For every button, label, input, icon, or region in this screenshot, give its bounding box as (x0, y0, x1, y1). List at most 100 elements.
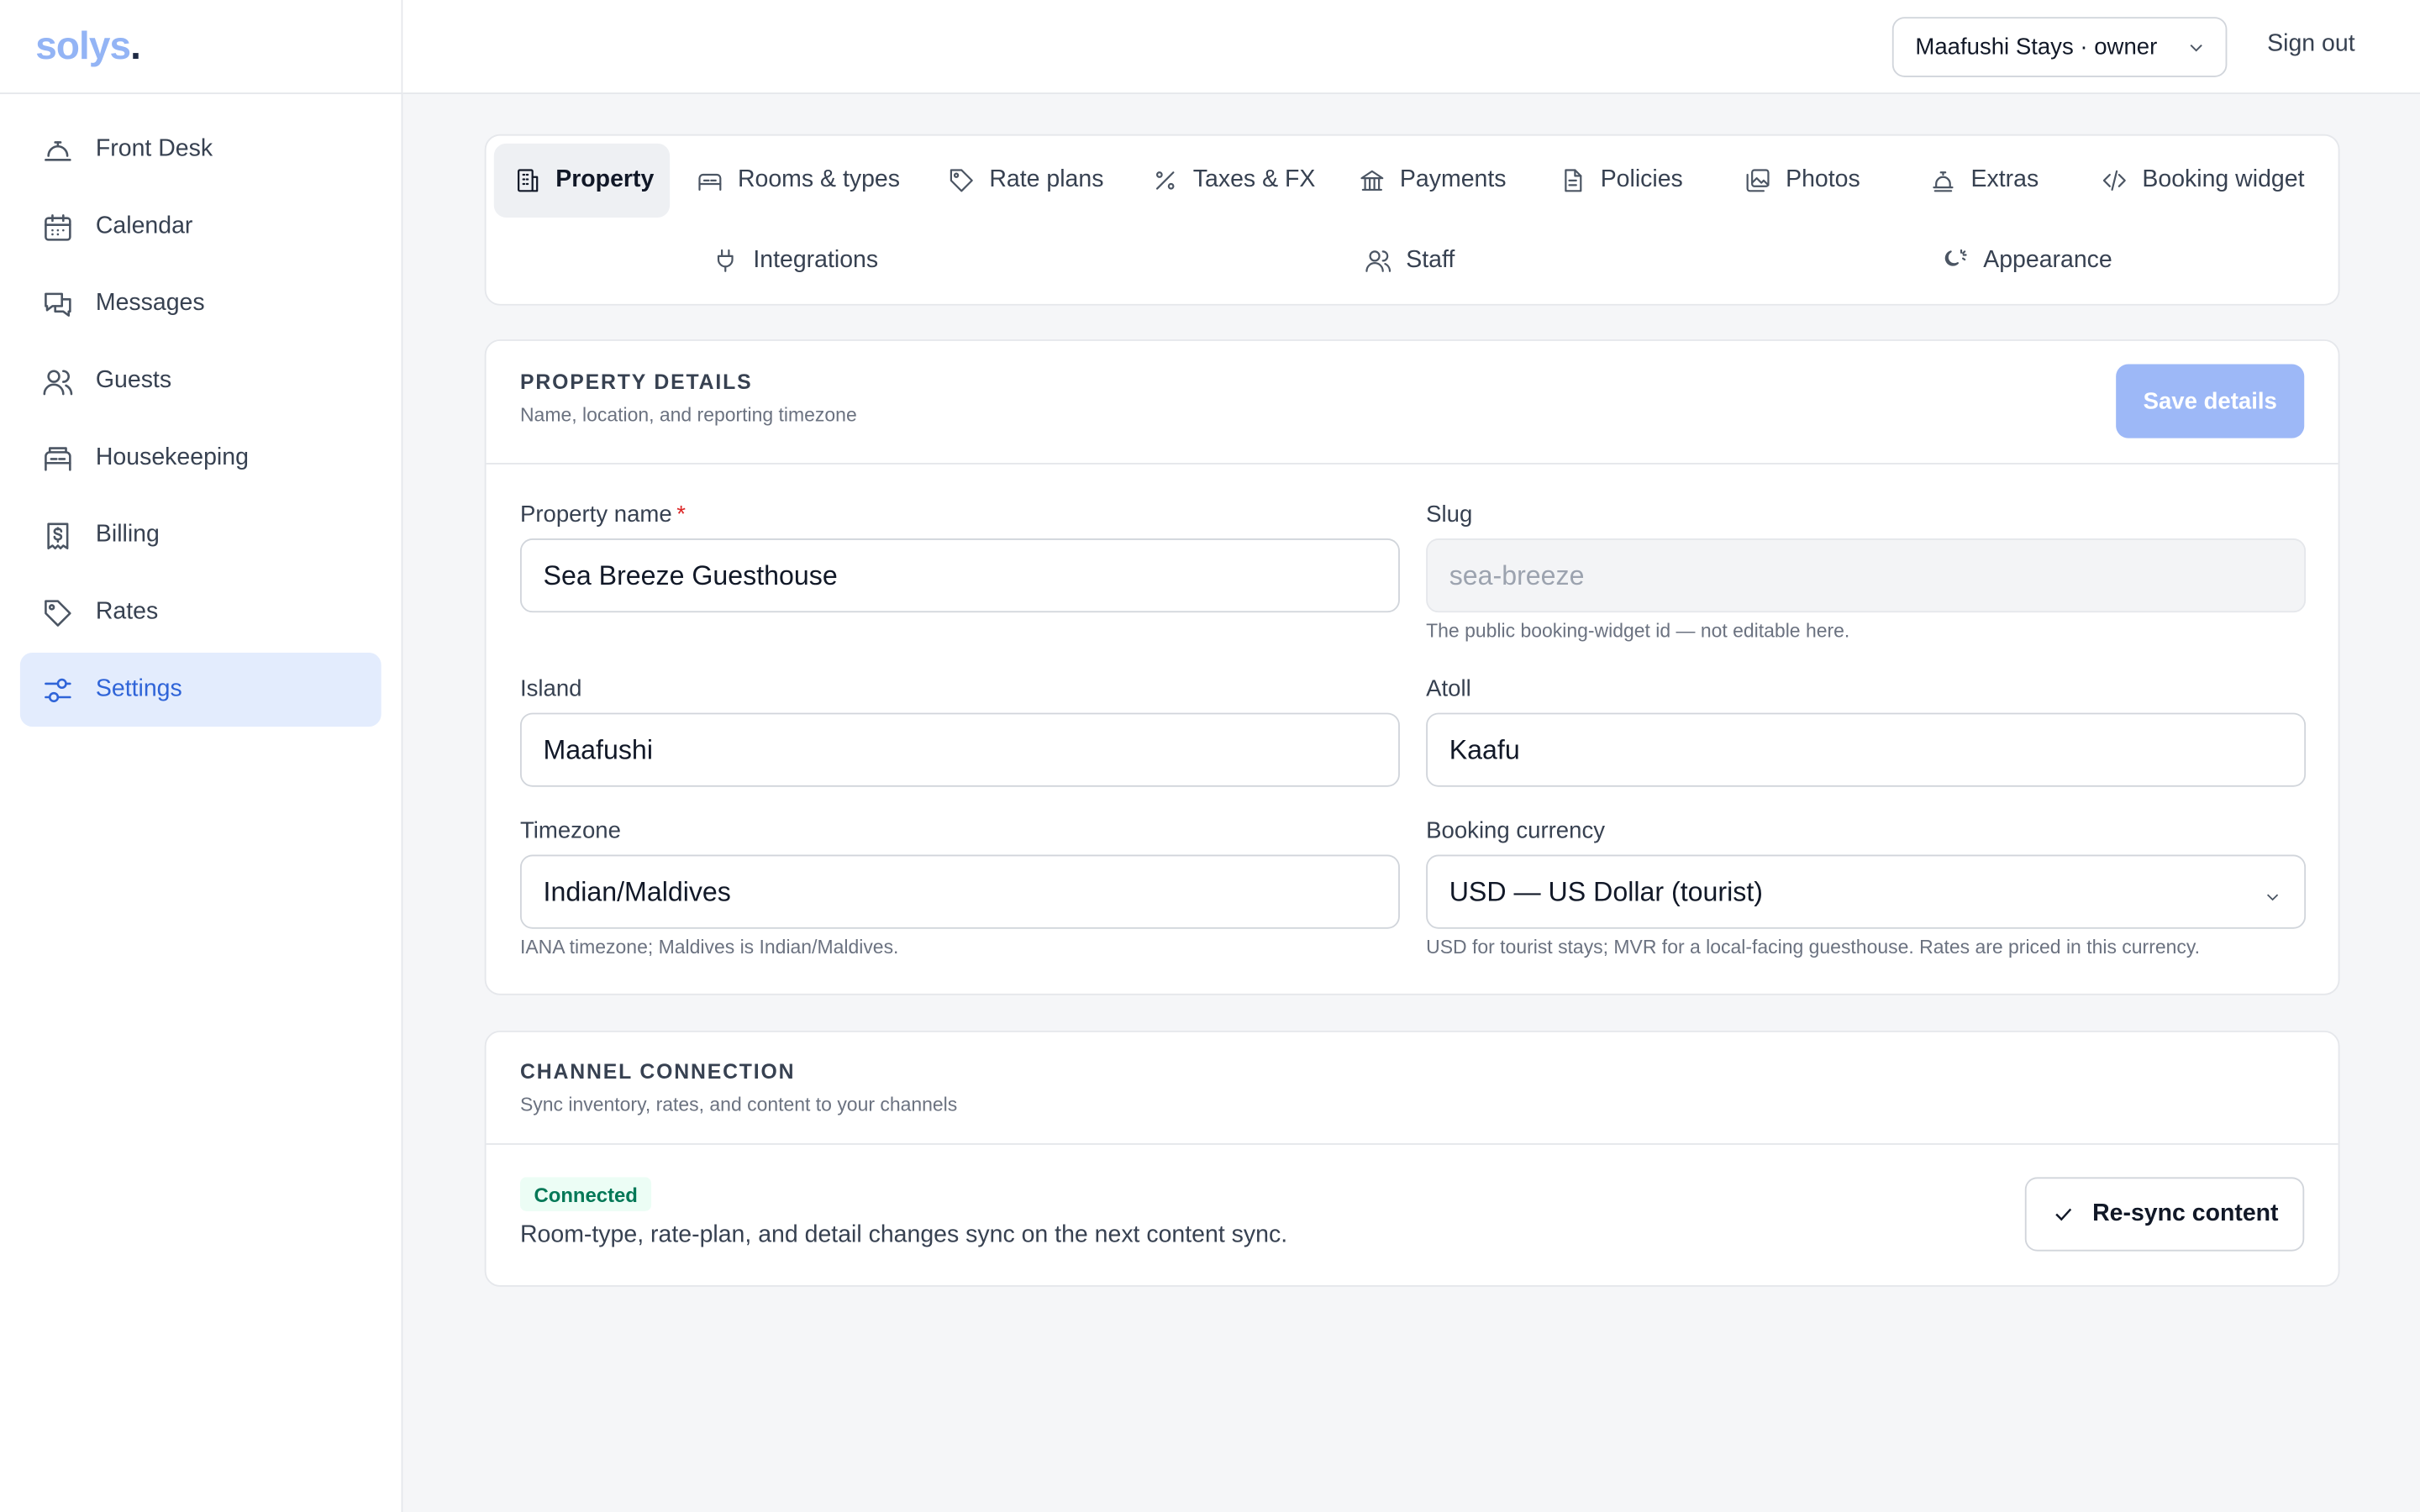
channel-connection-header: CHANNEL CONNECTION Sync inventory, rates… (486, 1032, 2338, 1145)
messages-icon (40, 287, 74, 321)
tab-policies[interactable]: Policies (1559, 144, 1683, 218)
slug-value: sea-breeze (1449, 559, 1585, 591)
section-title: CHANNEL CONNECTION (519, 1059, 796, 1084)
booking-currency-value: USD — US Dollar (tourist) (1449, 875, 1763, 907)
property-name-value: Sea Breeze Guesthouse (543, 559, 838, 591)
document-icon (1565, 169, 1582, 192)
atoll-value: Kaafu (1449, 733, 1520, 765)
sidebar-item-housekeeping[interactable]: Housekeeping (20, 421, 381, 495)
users-icon (1365, 250, 1392, 272)
tab-appearance[interactable]: Appearance (1942, 223, 2112, 297)
sidebar-item-label: Rates (95, 598, 159, 625)
sidebar-item-calendar[interactable]: Calendar (20, 190, 381, 264)
bed-icon (698, 173, 722, 192)
property-name-input[interactable]: Sea Breeze Guesthouse (519, 538, 1400, 613)
tab-integrations[interactable]: Integrations (712, 223, 878, 297)
sliders-icon (40, 673, 74, 706)
logo-dot: . (130, 24, 141, 67)
tab-label: Rooms & types (737, 166, 901, 193)
slug-hint: The public booking-widget id — not edita… (1426, 620, 1850, 643)
section-subtitle: Sync inventory, rates, and content to yo… (519, 1094, 958, 1116)
sidebar-item-label: Messages (95, 290, 205, 317)
sidebar-item-billing[interactable]: Billing (20, 498, 381, 572)
sidebar-item-label: Housekeeping (95, 444, 249, 471)
plug-icon (717, 249, 734, 272)
tab-label: Photos (1786, 166, 1860, 193)
property-details-card: PROPERTY DETAILS Name, location, and rep… (484, 339, 2340, 995)
sidebar-item-messages[interactable]: Messages (20, 267, 381, 341)
island-value: Maafushi (543, 733, 653, 765)
sidebar-item-label: Guests (95, 367, 172, 394)
sidebar-item-label: Front Desk (95, 135, 213, 162)
status-badge: Connected (519, 1177, 652, 1211)
slug-label: Slug (1426, 501, 1473, 528)
tab-staff[interactable]: Staff (1365, 223, 1455, 297)
tab-rate-plans[interactable]: Rate plans (948, 144, 1103, 218)
check-icon (2054, 1208, 2071, 1221)
chevron-down-icon (2263, 883, 2283, 916)
tab-extras[interactable]: Extras (1929, 144, 2039, 218)
timezone-label: Timezone (519, 817, 621, 844)
tab-label: Property (555, 166, 655, 193)
property-name-label-text: Property name (519, 501, 672, 528)
tab-rooms-types[interactable]: Rooms & types (696, 144, 900, 218)
tag-icon (950, 169, 973, 192)
timezone-value: Indian/Maldives (543, 875, 731, 907)
tab-label: Payments (1399, 166, 1507, 193)
settings-tabs: Property Rooms & types Rate plans Taxes … (484, 134, 2340, 306)
tab-property[interactable]: Property (493, 143, 671, 218)
resync-content-button[interactable]: Re-sync content (2024, 1177, 2305, 1252)
sidebar-item-guests[interactable]: Guests (20, 344, 381, 418)
calendar-icon (40, 210, 74, 244)
sidebar-item-rates[interactable]: Rates (20, 575, 381, 649)
tab-taxes-fx[interactable]: Taxes & FX (1151, 144, 1315, 218)
save-details-button[interactable]: Save details (2116, 364, 2305, 438)
percent-icon (1155, 171, 1175, 190)
slug-input: sea-breeze (1426, 538, 2307, 613)
sidebar-item-settings[interactable]: Settings (19, 652, 381, 727)
timezone-hint: IANA timezone; Maldives is Indian/Maldiv… (519, 936, 899, 958)
sun-moon-icon (1944, 249, 1967, 266)
channel-connection-card: CHANNEL CONNECTION Sync inventory, rates… (484, 1030, 2340, 1287)
tab-photos[interactable]: Photos (1744, 144, 1860, 218)
section-title: PROPERTY DETAILS (519, 370, 753, 394)
tab-label: Taxes & FX (1192, 166, 1316, 193)
bed-icon (40, 441, 74, 475)
topbar: Maafushi Stays · owner Sign out (402, 0, 2420, 95)
sidebar-item-label: Calendar (95, 213, 193, 239)
users-icon (40, 364, 74, 397)
tab-label: Staff (1406, 246, 1455, 274)
booking-currency-label: Booking currency (1426, 817, 1606, 844)
bell-icon (40, 133, 74, 166)
organization-select-value: Maafushi Stays · owner (1915, 34, 2158, 60)
tab-booking-widget[interactable]: Booking widget (2101, 144, 2305, 218)
building-icon (518, 169, 539, 192)
tab-label: Booking widget (2142, 166, 2305, 193)
resync-content-label: Re-sync content (2092, 1200, 2279, 1227)
app-root: solys. Front Desk Calendar Messages Gues… (0, 0, 2420, 1512)
sync-description: Room-type, rate-plan, and detail changes… (519, 1221, 1288, 1248)
tab-label: Extras (1970, 166, 2039, 193)
atoll-label: Atoll (1426, 675, 1471, 702)
tab-label: Policies (1600, 166, 1683, 193)
atoll-input[interactable]: Kaafu (1426, 712, 2307, 787)
tag-icon (40, 596, 74, 629)
island-input[interactable]: Maafushi (519, 712, 1400, 787)
sidebar-item-label: Settings (95, 675, 182, 702)
sidebar-item-label: Billing (95, 521, 160, 549)
tab-label: Integrations (753, 246, 879, 274)
sign-out-link[interactable]: Sign out (2267, 31, 2354, 59)
organization-select[interactable]: Maafushi Stays · owner (1891, 17, 2228, 77)
timezone-input[interactable]: Indian/Maldives (519, 854, 1400, 929)
property-details-header: PROPERTY DETAILS Name, location, and rep… (486, 341, 2338, 465)
code-icon (2102, 170, 2126, 192)
tab-label: Appearance (1983, 246, 2112, 274)
sidebar-item-front-desk[interactable]: Front Desk (20, 113, 381, 186)
booking-currency-select[interactable]: USD — US Dollar (tourist) (1426, 854, 2307, 929)
tab-payments[interactable]: Payments (1358, 144, 1507, 218)
required-mark: * (676, 501, 686, 528)
concierge-icon (1933, 171, 1954, 192)
logo[interactable]: solys. (0, 0, 402, 95)
island-label: Island (519, 675, 582, 702)
images-icon (1746, 169, 1770, 192)
